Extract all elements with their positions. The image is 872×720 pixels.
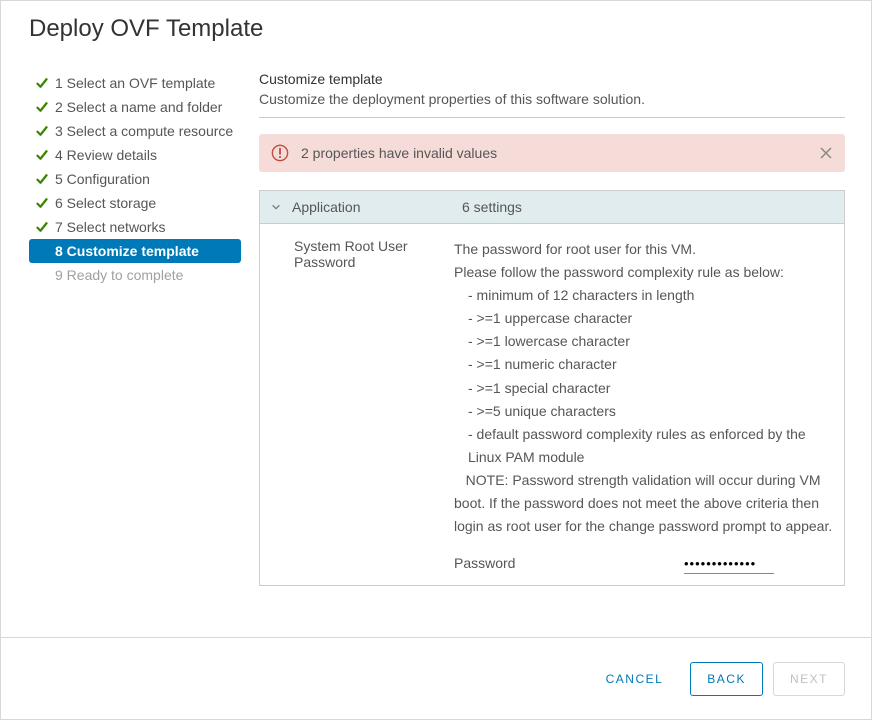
setting-root-password: System Root User Password The password f…: [294, 238, 834, 575]
check-icon: [35, 76, 49, 90]
panel-header-application[interactable]: Application 6 settings: [260, 191, 844, 224]
step-label: 1 Select an OVF template: [55, 74, 215, 92]
rule-item: - >=1 numeric character: [454, 353, 834, 376]
step-2-name-folder[interactable]: 2 Select a name and folder: [29, 95, 241, 119]
step-label: 4 Review details: [55, 146, 157, 164]
check-icon: [35, 124, 49, 138]
dialog-content: 1 Select an OVF template 2 Select a name…: [1, 61, 871, 637]
password-input[interactable]: [684, 554, 774, 574]
back-button[interactable]: BACK: [690, 662, 763, 696]
divider: [259, 117, 845, 118]
check-icon: [35, 196, 49, 210]
section-title: Customize template: [259, 71, 845, 87]
panel-body: System Root User Password The password f…: [260, 224, 844, 585]
step-4-review-details[interactable]: 4 Review details: [29, 143, 241, 167]
main-panel: Customize template Customize the deploym…: [253, 71, 851, 594]
step-5-configuration[interactable]: 5 Configuration: [29, 167, 241, 191]
step-label: 3 Select a compute resource: [55, 122, 233, 140]
password-label: Password: [454, 552, 684, 575]
alert-text: 2 properties have invalid values: [301, 145, 497, 161]
step-8-customize-template[interactable]: 8 Customize template: [29, 239, 241, 263]
step-label: 9 Ready to complete: [55, 266, 183, 284]
setting-label: System Root User Password: [294, 238, 454, 270]
section-subtitle: Customize the deployment properties of t…: [259, 91, 845, 107]
rule-item: - minimum of 12 characters in length: [454, 284, 834, 307]
step-label: 6 Select storage: [55, 194, 156, 212]
rule-item: - >=1 lowercase character: [454, 330, 834, 353]
rule-item: - default password complexity rules as e…: [454, 423, 834, 469]
step-6-select-storage[interactable]: 6 Select storage: [29, 191, 241, 215]
password-row: Password: [454, 552, 834, 575]
step-9-ready-complete: 9 Ready to complete: [29, 263, 241, 287]
cancel-button[interactable]: CANCEL: [589, 662, 681, 696]
step-label: 2 Select a name and folder: [55, 98, 222, 116]
step-7-select-networks[interactable]: 7 Select networks: [29, 215, 241, 239]
chevron-down-icon: [270, 199, 282, 215]
dialog-footer: CANCEL BACK NEXT: [1, 637, 871, 719]
desc-rule-intro: Please follow the password complexity ru…: [454, 261, 834, 284]
step-label: 7 Select networks: [55, 218, 166, 236]
dialog-deploy-ovf: Deploy OVF Template 1 Select an OVF temp…: [0, 0, 872, 720]
settings-panel: Application 6 settings System Root User …: [259, 190, 845, 586]
next-button: NEXT: [773, 662, 845, 696]
panel-header-count: 6 settings: [462, 199, 522, 215]
close-icon[interactable]: [819, 146, 833, 160]
check-icon: [35, 100, 49, 114]
desc-lead: The password for root user for this VM.: [454, 238, 834, 261]
desc-note: NOTE: Password strength validation will …: [454, 469, 834, 538]
warning-icon: [271, 144, 289, 162]
step-label: 5 Configuration: [55, 170, 150, 188]
validation-alert: 2 properties have invalid values: [259, 134, 845, 172]
rule-item: - >=5 unique characters: [454, 400, 834, 423]
step-1-select-ovf[interactable]: 1 Select an OVF template: [29, 71, 241, 95]
check-icon: [35, 220, 49, 234]
step-label: 8 Customize template: [55, 242, 199, 260]
wizard-steps: 1 Select an OVF template 2 Select a name…: [29, 71, 241, 287]
panel-header-label: Application: [292, 199, 462, 215]
check-icon: [35, 148, 49, 162]
check-icon: [35, 172, 49, 186]
main-panel-scroll[interactable]: Customize template Customize the deploym…: [253, 71, 851, 637]
step-3-compute-resource[interactable]: 3 Select a compute resource: [29, 119, 241, 143]
rule-item: - >=1 uppercase character: [454, 307, 834, 330]
rule-item: - >=1 special character: [454, 377, 834, 400]
dialog-title: Deploy OVF Template: [1, 1, 871, 57]
setting-description: The password for root user for this VM. …: [454, 238, 834, 575]
